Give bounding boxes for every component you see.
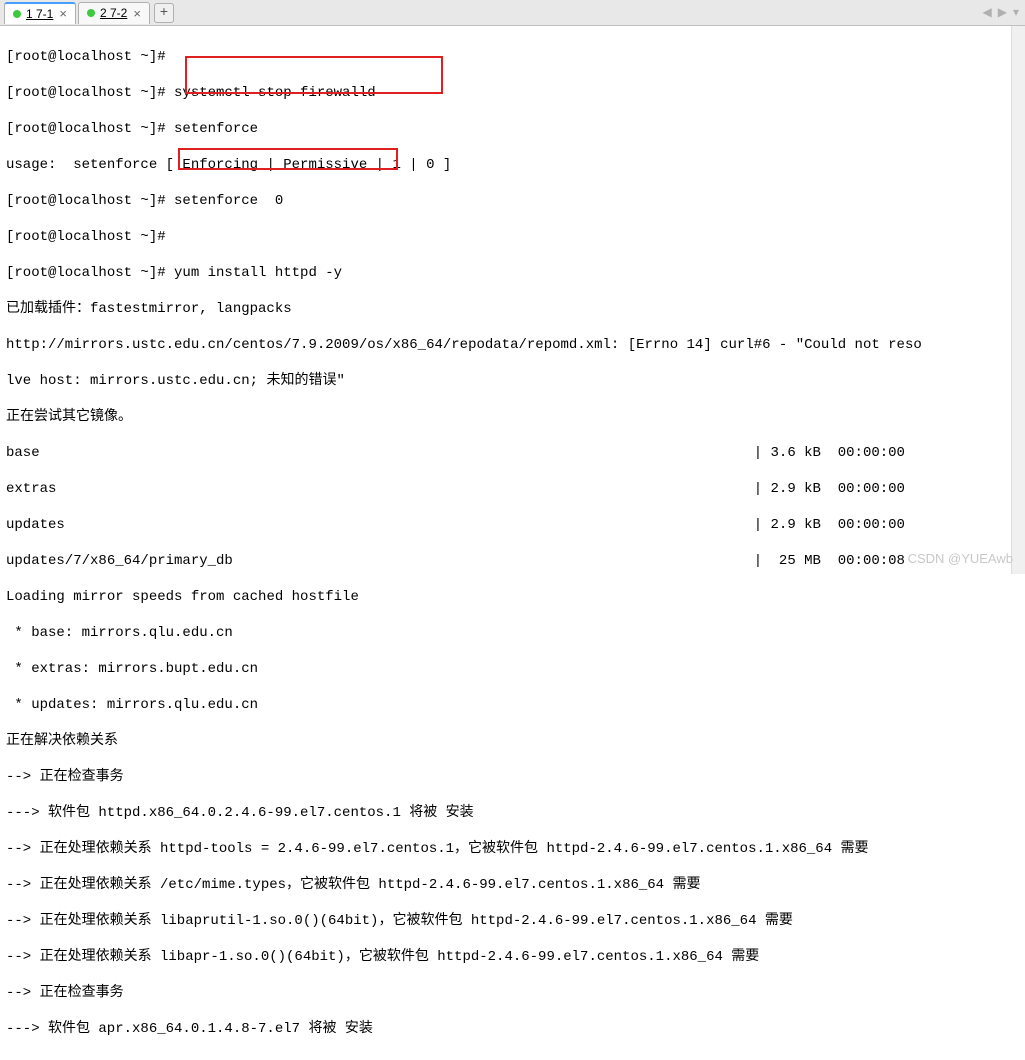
terminal-line: 已加载插件：fastestmirror, langpacks: [6, 300, 1019, 318]
status-dot-icon: [87, 9, 95, 17]
terminal-line: [root@localhost ~]# setenforce: [6, 120, 1019, 138]
terminal-line: Loading mirror speeds from cached hostfi…: [6, 588, 1019, 606]
terminal-line: --> 正在处理依赖关系 /etc/mime.types，它被软件包 httpd…: [6, 876, 1019, 894]
terminal-line: --> 正在处理依赖关系 libaprutil-1.so.0()(64bit)，…: [6, 912, 1019, 930]
terminal-line: ---> 软件包 httpd.x86_64.0.2.4.6-99.el7.cen…: [6, 804, 1019, 822]
terminal-line: extras | 2.9 kB 00:00:00: [6, 480, 1019, 498]
terminal-line: usage: setenforce [ Enforcing | Permissi…: [6, 156, 1019, 174]
terminal-line: updates/7/x86_64/primary_db | 25 MB 00:0…: [6, 552, 1019, 570]
terminal-line: base | 3.6 kB 00:00:00: [6, 444, 1019, 462]
tab-bar: 1 7-1 × 2 7-2 × + ◀ ▶ ▾: [0, 0, 1025, 26]
nav-dropdown-icon[interactable]: ▾: [1013, 5, 1019, 20]
terminal-line: * base: mirrors.qlu.edu.cn: [6, 624, 1019, 642]
vertical-scrollbar[interactable]: [1011, 26, 1025, 574]
terminal-line: [root@localhost ~]# yum install httpd -y: [6, 264, 1019, 282]
tab-label: 2 7-2: [100, 6, 127, 20]
close-icon[interactable]: ×: [59, 6, 67, 21]
nav-left-icon[interactable]: ◀: [983, 5, 992, 20]
terminal-line: --> 正在处理依赖关系 httpd-tools = 2.4.6-99.el7.…: [6, 840, 1019, 858]
tab-7-2[interactable]: 2 7-2 ×: [78, 2, 150, 24]
terminal-line: 正在尝试其它镜像。: [6, 408, 1019, 426]
nav-right-icon[interactable]: ▶: [998, 5, 1007, 20]
close-icon[interactable]: ×: [133, 6, 141, 21]
terminal-line: * updates: mirrors.qlu.edu.cn: [6, 696, 1019, 714]
tab-7-1[interactable]: 1 7-1 ×: [4, 2, 76, 24]
terminal-line: http://mirrors.ustc.edu.cn/centos/7.9.20…: [6, 336, 1019, 354]
tab-label: 1 7-1: [26, 7, 53, 21]
terminal-line: [root@localhost ~]#: [6, 228, 1019, 246]
terminal-line: ---> 软件包 apr.x86_64.0.1.4.8-7.el7 将被 安装: [6, 1020, 1019, 1038]
terminal-line: --> 正在处理依赖关系 libapr-1.so.0()(64bit)，它被软件…: [6, 948, 1019, 966]
terminal-line: lve host: mirrors.ustc.edu.cn; 未知的错误": [6, 372, 1019, 390]
terminal-line: [root@localhost ~]# systemctl stop firew…: [6, 84, 1019, 102]
terminal-line: * extras: mirrors.bupt.edu.cn: [6, 660, 1019, 678]
tab-nav-controls: ◀ ▶ ▾: [983, 5, 1020, 20]
terminal-line: updates | 2.9 kB 00:00:00: [6, 516, 1019, 534]
terminal-line: --> 正在检查事务: [6, 984, 1019, 1002]
terminal-line: 正在解决依赖关系: [6, 732, 1019, 750]
terminal-line: [root@localhost ~]# setenforce 0: [6, 192, 1019, 210]
terminal-line: --> 正在检查事务: [6, 768, 1019, 786]
add-tab-button[interactable]: +: [154, 3, 174, 23]
status-dot-icon: [13, 10, 21, 18]
terminal-output[interactable]: [root@localhost ~]# [root@localhost ~]# …: [0, 26, 1025, 1060]
terminal-line: [root@localhost ~]#: [6, 48, 1019, 66]
